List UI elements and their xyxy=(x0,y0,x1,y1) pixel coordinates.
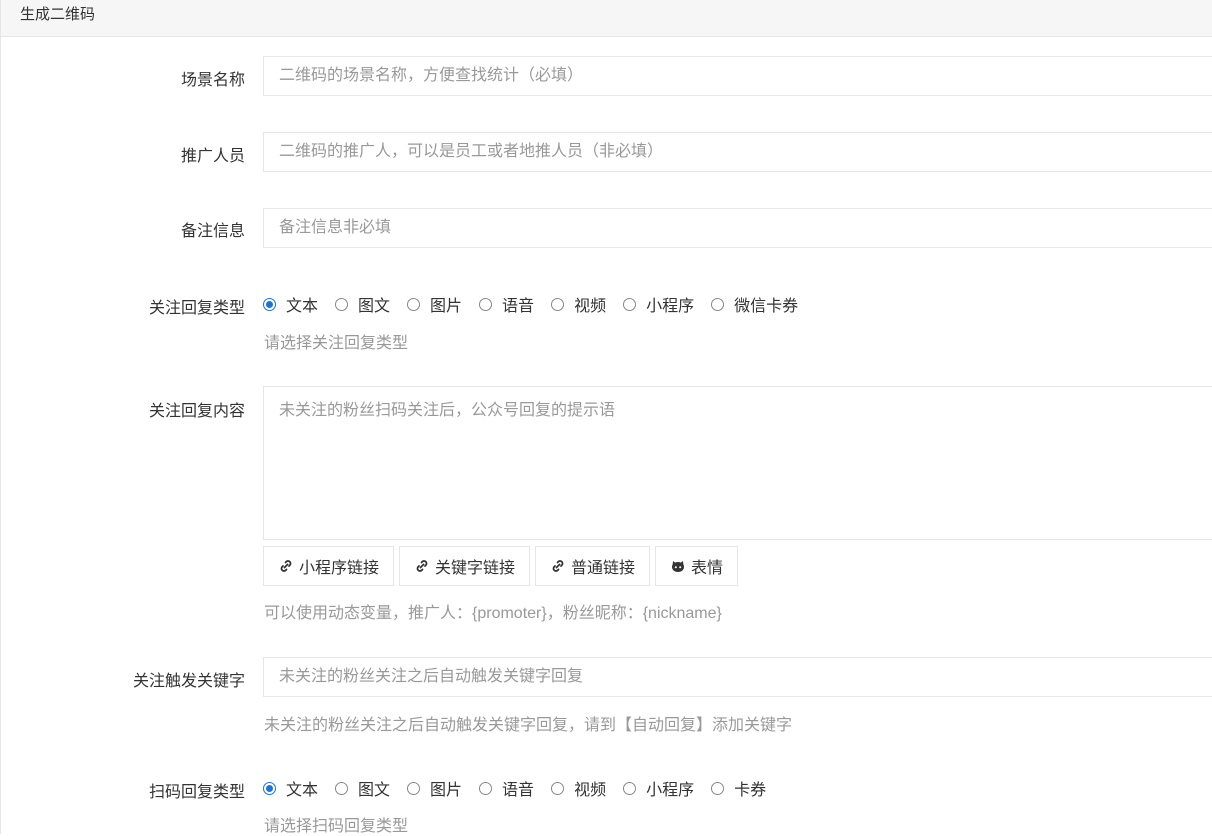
follow-reply-type-help: 请选择关注回复类型 xyxy=(264,335,409,352)
radio-unchecked-icon xyxy=(623,297,637,311)
link-icon xyxy=(414,558,430,574)
follow-type-video-radio[interactable]: 视频 xyxy=(551,292,606,316)
radio-checked-icon xyxy=(263,297,276,311)
radio-checked-icon xyxy=(263,781,276,795)
scan-type-image-radio[interactable]: 图片 xyxy=(407,776,462,800)
radio-unchecked-icon xyxy=(711,297,725,311)
follow-reply-content-help: 可以使用动态变量，推广人：{promoter}，粉丝昵称：{nickname} xyxy=(264,605,722,622)
follow-keyword-help: 未关注的粉丝关注之后自动触发关键字回复，请到【自动回复】添加关键字 xyxy=(264,717,793,734)
radio-unchecked-icon xyxy=(479,297,493,311)
promoter-label: 推广人员 xyxy=(180,148,245,165)
radio-unchecked-icon xyxy=(623,781,637,795)
follow-keyword-label: 关注触发关键字 xyxy=(132,673,245,690)
github-cat-icon xyxy=(670,558,686,574)
insert-keyword-link-button[interactable]: 关键字链接 xyxy=(399,546,531,586)
remark-label: 备注信息 xyxy=(180,223,245,240)
promoter-input[interactable] xyxy=(263,132,1212,172)
scan-reply-type-radio-group: 文本 图文 图片 语音 视频 小程序 卡券 xyxy=(263,777,783,799)
radio-unchecked-icon xyxy=(407,781,421,795)
scan-reply-type-help: 请选择扫码回复类型 xyxy=(264,818,409,835)
scan-type-news-radio[interactable]: 图文 xyxy=(335,776,390,800)
radio-unchecked-icon xyxy=(711,781,725,795)
scene-name-input[interactable] xyxy=(263,56,1212,96)
scan-reply-type-label: 扫码回复类型 xyxy=(148,784,245,801)
scan-type-video-radio[interactable]: 视频 xyxy=(551,776,606,800)
insert-normal-link-button[interactable]: 普通链接 xyxy=(535,546,651,586)
follow-type-card-radio[interactable]: 微信卡券 xyxy=(711,292,798,316)
link-icon xyxy=(550,558,566,574)
radio-unchecked-icon xyxy=(335,297,349,311)
radio-unchecked-icon xyxy=(407,297,421,311)
follow-reply-content-textarea[interactable] xyxy=(263,386,1212,540)
panel-title: 生成二维码 xyxy=(1,0,1212,37)
scan-type-text-radio[interactable]: 文本 xyxy=(263,776,318,800)
scan-type-voice-radio[interactable]: 语音 xyxy=(479,776,534,800)
scan-type-miniprogram-radio[interactable]: 小程序 xyxy=(623,776,694,800)
link-icon xyxy=(278,558,294,574)
insert-toolbar: 小程序链接 关键字链接 普通链接 表情 xyxy=(263,546,743,586)
follow-keyword-input[interactable] xyxy=(263,657,1212,697)
follow-reply-content-label: 关注回复内容 xyxy=(148,403,245,420)
scan-type-card-radio[interactable]: 卡券 xyxy=(711,776,766,800)
follow-type-image-radio[interactable]: 图片 xyxy=(407,292,462,316)
insert-emoji-button[interactable]: 表情 xyxy=(655,546,739,586)
radio-unchecked-icon xyxy=(551,781,565,795)
follow-type-miniprogram-radio[interactable]: 小程序 xyxy=(623,292,694,316)
qrcode-panel: 生成二维码 场景名称 推广人员 备注信息 关注回复类型 文本 图文 图片 语音 … xyxy=(0,0,1212,835)
radio-unchecked-icon xyxy=(335,781,349,795)
follow-type-voice-radio[interactable]: 语音 xyxy=(479,292,534,316)
remark-input[interactable] xyxy=(263,208,1212,248)
follow-reply-type-label: 关注回复类型 xyxy=(148,300,245,317)
follow-type-text-radio[interactable]: 文本 xyxy=(263,292,318,316)
radio-unchecked-icon xyxy=(551,297,565,311)
insert-miniprogram-link-button[interactable]: 小程序链接 xyxy=(263,546,395,586)
follow-type-news-radio[interactable]: 图文 xyxy=(335,292,390,316)
follow-reply-type-radio-group: 文本 图文 图片 语音 视频 小程序 微信卡券 xyxy=(263,293,815,315)
scene-name-label: 场景名称 xyxy=(180,72,245,89)
radio-unchecked-icon xyxy=(479,781,493,795)
